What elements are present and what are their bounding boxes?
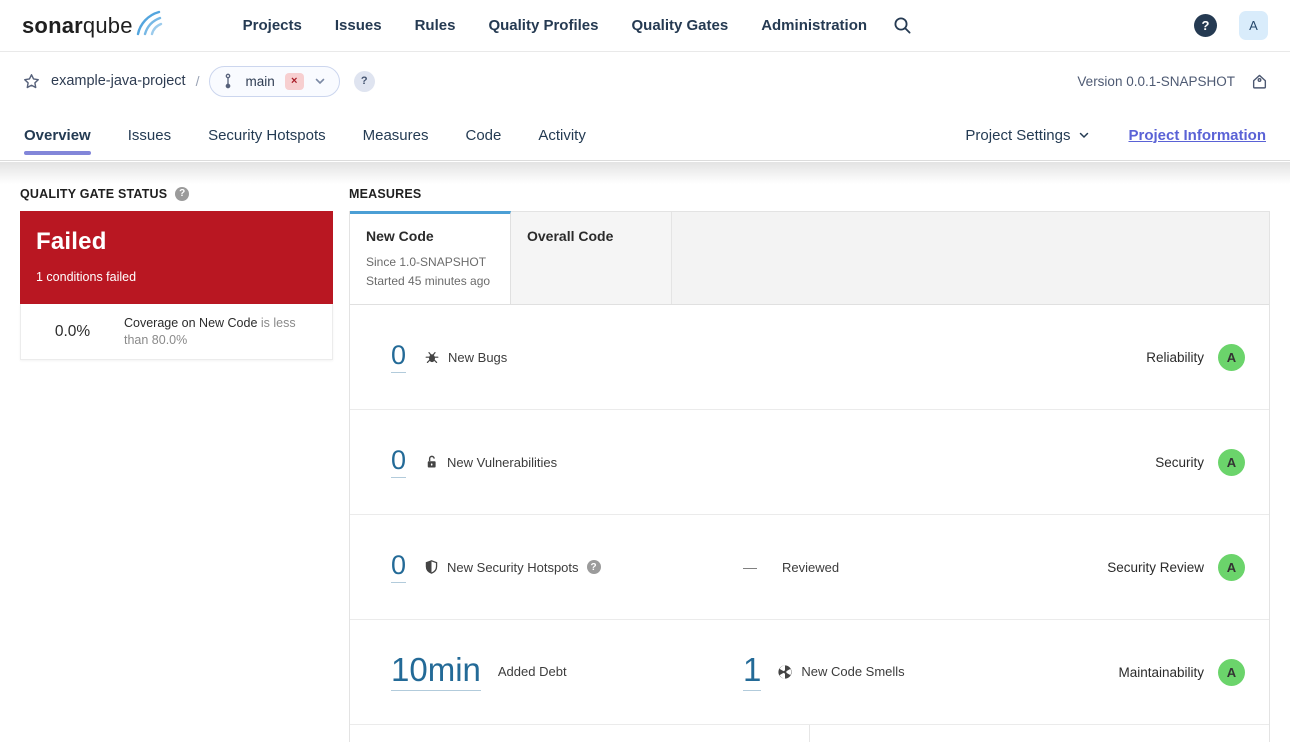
main-navigation: Projects Issues Rules Quality Profiles Q… — [243, 17, 867, 34]
measures-panel: MEASURES New Code Since 1.0-SNAPSHOT Sta… — [349, 161, 1270, 742]
security-review-rating-badge[interactable]: A — [1218, 553, 1245, 581]
branch-failed-badge[interactable]: × — [284, 72, 304, 90]
maintainability-rating-badge[interactable]: A — [1218, 658, 1245, 686]
quality-gate-help-icon[interactable]: ? — [175, 186, 190, 201]
quality-gate-status-banner: Failed 1 conditions failed — [20, 211, 333, 304]
measure-row-security-hotspots: 0 New Security Hotspots ? — Reviewed Sec… — [350, 515, 1269, 620]
new-bugs-count-link[interactable]: 0 — [391, 341, 407, 373]
new-vulnerabilities-label: New Vulnerabilities — [447, 454, 558, 470]
top-navigation-bar: sonarqube Projects Issues Rules Quality … — [0, 0, 1290, 52]
added-debt-link[interactable]: 10min — [391, 653, 481, 691]
project-tabs-bar: Overview Issues Security Hotspots Measur… — [0, 110, 1290, 161]
new-security-hotspots-count-link[interactable]: 0 — [391, 551, 407, 583]
coverage-duplications-row — [350, 725, 1269, 742]
new-code-tab-subtitle: Since 1.0-SNAPSHOT Started 45 minutes ag… — [366, 253, 494, 291]
home-icon[interactable] — [1251, 73, 1268, 90]
sonarqube-waves-icon — [135, 7, 165, 37]
new-code-smells-count-link[interactable]: 1 — [743, 653, 762, 691]
git-branch-icon — [221, 73, 235, 89]
duplications-panel — [810, 725, 1269, 742]
breadcrumb-project-name[interactable]: example-java-project — [51, 73, 186, 89]
project-settings-label: Project Settings — [965, 126, 1071, 144]
coverage-panel — [350, 725, 810, 742]
new-code-started: Started 45 minutes ago — [366, 273, 491, 288]
added-debt-label: Added Debt — [497, 664, 567, 680]
reviewed-placeholder-dash: — — [743, 559, 757, 575]
security-label: Security — [1155, 454, 1204, 470]
nav-projects[interactable]: Projects — [243, 17, 302, 34]
measures-heading-text: MEASURES — [349, 186, 422, 201]
tab-overview[interactable]: Overview — [24, 110, 91, 160]
nav-administration[interactable]: Administration — [761, 17, 867, 34]
tab-activity[interactable]: Activity — [538, 110, 586, 160]
shield-icon — [424, 559, 439, 575]
breadcrumb-right: Version 0.0.1-SNAPSHOT — [1077, 73, 1268, 90]
nav-rules[interactable]: Rules — [415, 17, 456, 34]
bug-icon — [424, 349, 440, 365]
measure-row-vulnerabilities: 0 New Vulnerabilities Security A — [350, 410, 1269, 515]
lock-icon — [424, 454, 439, 470]
maintainability-label: Maintainability — [1118, 664, 1204, 680]
reviewed-label: Reviewed — [782, 559, 840, 575]
tabs-right-controls: Project Settings Project Information — [965, 127, 1266, 144]
user-avatar[interactable]: A — [1239, 11, 1268, 40]
breadcrumb-separator: / — [195, 73, 200, 89]
quality-gate-heading: QUALITY GATE STATUS ? — [20, 186, 333, 201]
overview-content: QUALITY GATE STATUS ? Failed 1 condition… — [0, 161, 1290, 742]
new-security-hotspots-label: New Security Hotspots — [447, 559, 579, 575]
project-information-link[interactable]: Project Information — [1128, 127, 1266, 144]
favorite-star-icon[interactable] — [22, 72, 41, 91]
measures-heading: MEASURES — [349, 186, 1270, 201]
nav-quality-gates[interactable]: Quality Gates — [631, 17, 728, 34]
quality-gate-panel: QUALITY GATE STATUS ? Failed 1 condition… — [20, 161, 333, 360]
branch-selector[interactable]: main × — [209, 65, 340, 97]
reliability-label: Reliability — [1146, 349, 1204, 365]
new-code-smells-label: New Code Smells — [801, 664, 905, 680]
quality-gate-conditions-count: 1 conditions failed — [36, 270, 137, 284]
help-icon[interactable]: ? — [1194, 14, 1217, 37]
branch-help-icon[interactable]: ? — [353, 70, 375, 92]
branch-name: main — [245, 73, 275, 89]
new-bugs-label: New Bugs — [448, 349, 508, 365]
sonarqube-logo-text: sonarqube — [22, 11, 133, 41]
quality-gate-heading-text: QUALITY GATE STATUS — [20, 186, 168, 201]
condition-value[interactable]: 0.0% — [21, 323, 124, 341]
tab-overall-code[interactable]: Overall Code — [511, 212, 672, 304]
sonarqube-logo[interactable]: sonarqube — [22, 10, 165, 41]
chevron-down-icon — [314, 75, 326, 87]
security-review-label: Security Review — [1107, 559, 1204, 575]
project-breadcrumb-bar: example-java-project / main × ? Version … — [0, 52, 1290, 110]
measures-card: New Code Since 1.0-SNAPSHOT Started 45 m… — [349, 211, 1270, 742]
security-hotspots-help-icon[interactable]: ? — [586, 560, 601, 574]
reliability-rating-badge[interactable]: A — [1218, 343, 1245, 371]
tab-issues[interactable]: Issues — [128, 110, 171, 160]
sonarqube-project-overview: sonarqube Projects Issues Rules Quality … — [0, 0, 1290, 742]
tab-measures[interactable]: Measures — [363, 110, 429, 160]
search-icon[interactable] — [893, 16, 912, 35]
new-code-since: Since 1.0-SNAPSHOT — [366, 255, 487, 269]
new-code-tab-label: New Code — [366, 228, 434, 244]
tab-security-hotspots[interactable]: Security Hotspots — [208, 110, 326, 160]
condition-metric: Coverage on New Code — [124, 316, 258, 330]
logo-light: qube — [82, 12, 133, 38]
failed-condition-row[interactable]: 0.0% Coverage on New Code is less than 8… — [20, 304, 333, 360]
tab-code[interactable]: Code — [465, 110, 501, 160]
project-settings-dropdown[interactable]: Project Settings — [965, 127, 1090, 144]
measures-tab-strip: New Code Since 1.0-SNAPSHOT Started 45 m… — [350, 211, 1269, 305]
overall-code-tab-label: Overall Code — [527, 228, 614, 244]
nav-issues[interactable]: Issues — [335, 17, 382, 34]
security-rating-badge[interactable]: A — [1218, 448, 1245, 476]
nav-quality-profiles[interactable]: Quality Profiles — [488, 17, 598, 34]
condition-description: Coverage on New Code is less than 80.0% — [124, 315, 318, 348]
quality-gate-status: Failed — [36, 228, 107, 255]
logo-bold: sonar — [22, 12, 83, 38]
tab-new-code[interactable]: New Code Since 1.0-SNAPSHOT Started 45 m… — [350, 211, 511, 304]
new-vulnerabilities-count-link[interactable]: 0 — [391, 446, 407, 478]
measure-row-bugs: 0 New Bugs Reliability A — [350, 305, 1269, 410]
code-smell-icon — [777, 664, 793, 680]
measure-row-maintainability: 10min Added Debt 1 New Code Smells Maint… — [350, 620, 1269, 725]
project-tabs: Overview Issues Security Hotspots Measur… — [24, 110, 586, 160]
chevron-down-icon — [1078, 129, 1090, 141]
project-version: Version 0.0.1-SNAPSHOT — [1077, 73, 1235, 89]
